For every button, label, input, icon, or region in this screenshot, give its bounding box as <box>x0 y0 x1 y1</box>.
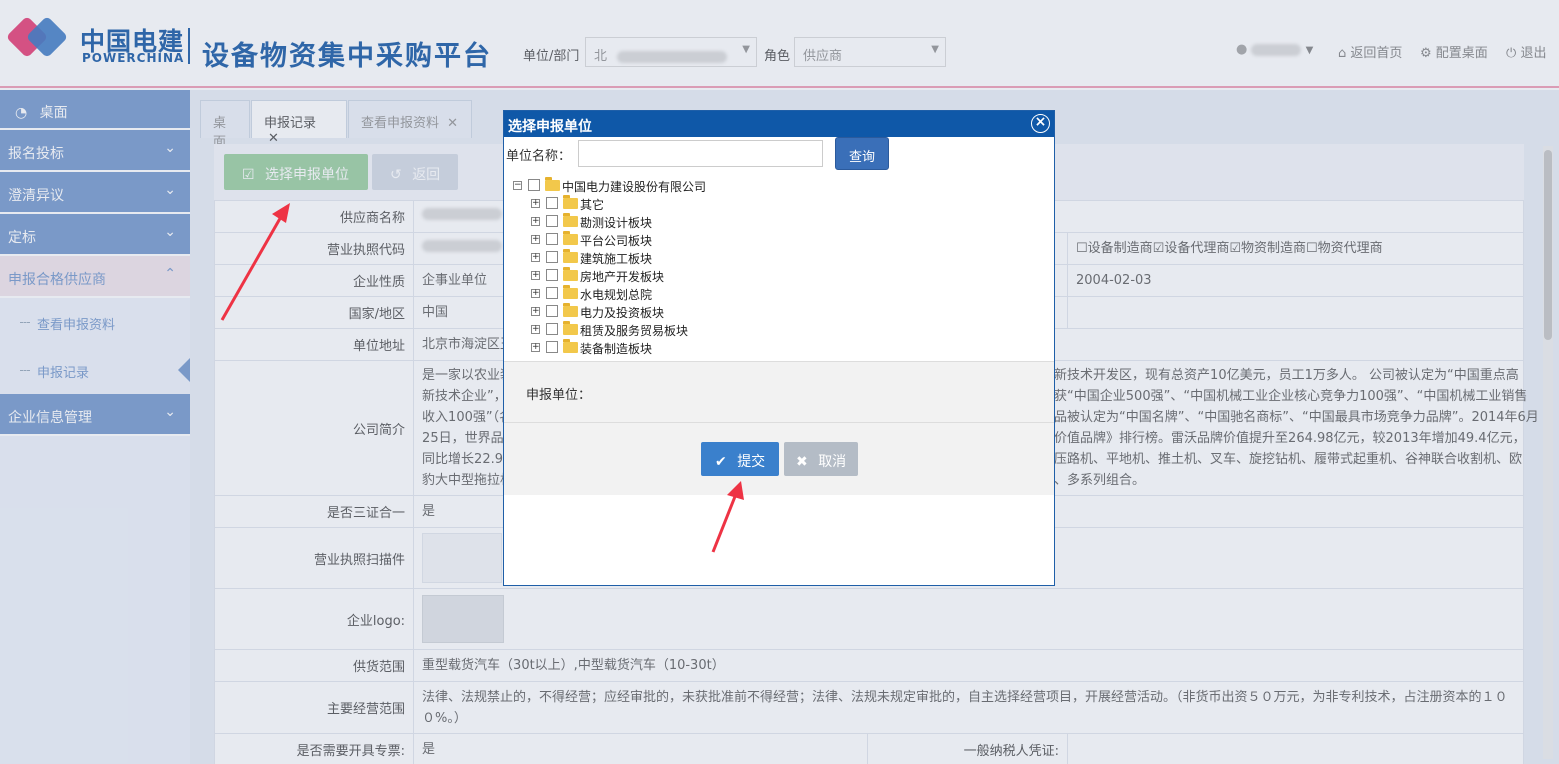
expand-icon[interactable]: + <box>531 199 540 208</box>
expand-icon[interactable]: + <box>531 325 540 334</box>
tree-node-label: 中国电力建设股份有限公司 <box>562 180 707 194</box>
checkbox[interactable] <box>546 251 558 263</box>
dialog-title: 选择申报单位 <box>508 119 592 135</box>
expand-icon[interactable]: + <box>531 289 540 298</box>
folder-icon <box>563 339 578 353</box>
folder-icon <box>563 267 578 281</box>
cancel-label: 取消 <box>818 454 847 470</box>
checkbox[interactable] <box>546 323 558 335</box>
tree-node-label: 水电规划总院 <box>580 288 653 302</box>
collapse-icon[interactable]: − <box>513 181 522 190</box>
expand-icon[interactable]: + <box>531 343 540 352</box>
folder-icon <box>563 303 578 317</box>
tree-node-label: 平台公司板块 <box>580 234 653 248</box>
folder-icon <box>563 195 578 209</box>
submit-button[interactable]: ✔ 提交 <box>701 442 779 476</box>
expand-icon[interactable]: + <box>531 217 540 226</box>
checkbox[interactable] <box>546 305 558 317</box>
checkbox[interactable] <box>546 287 558 299</box>
checkbox[interactable] <box>546 233 558 245</box>
cancel-button[interactable]: ✖ 取消 <box>784 442 858 476</box>
folder-icon <box>563 231 578 245</box>
select-unit-dialog: 选择申报单位 × 单位名称： 查询 − 中国电力建设股份有限公司 + 其它 + … <box>503 110 1055 586</box>
tree-node-label: 勘测设计板块 <box>580 216 653 230</box>
tree-node-label: 其它 <box>580 198 605 212</box>
close-icon: ✖ <box>796 454 808 470</box>
tree-node-label: 租赁及服务贸易板块 <box>580 324 689 338</box>
checkbox[interactable] <box>546 341 558 353</box>
close-icon[interactable]: × <box>1031 114 1050 133</box>
checkbox[interactable] <box>546 197 558 209</box>
folder-icon <box>563 285 578 299</box>
unit-name-label: 单位名称： <box>506 149 572 164</box>
tree-node-label: 建筑施工板块 <box>580 252 653 266</box>
checkbox[interactable] <box>546 215 558 227</box>
folder-icon <box>563 213 578 227</box>
folder-open-icon <box>545 177 560 191</box>
report-unit-label: 申报单位： <box>526 388 592 403</box>
folder-icon <box>563 249 578 263</box>
divider <box>504 422 1054 423</box>
expand-icon[interactable]: + <box>531 235 540 244</box>
expand-icon[interactable]: + <box>531 271 540 280</box>
expand-icon[interactable]: + <box>531 307 540 316</box>
tree-node-label: 装备制造板块 <box>580 342 653 356</box>
submit-label: 提交 <box>737 454 766 470</box>
tree-node-label: 电力及投资板块 <box>580 306 665 320</box>
check-icon: ✔ <box>715 454 727 470</box>
unit-name-input[interactable] <box>578 140 823 167</box>
checkbox[interactable] <box>546 269 558 281</box>
expand-icon[interactable]: + <box>531 253 540 262</box>
dialog-footer: 申报单位： ✔ 提交 ✖ 取消 <box>504 361 1054 495</box>
checkbox[interactable] <box>528 179 540 191</box>
folder-icon <box>563 321 578 335</box>
dialog-titlebar: 选择申报单位 × <box>504 111 1054 137</box>
query-button[interactable]: 查询 <box>835 137 889 170</box>
tree-node-label: 房地产开发板块 <box>580 270 665 284</box>
